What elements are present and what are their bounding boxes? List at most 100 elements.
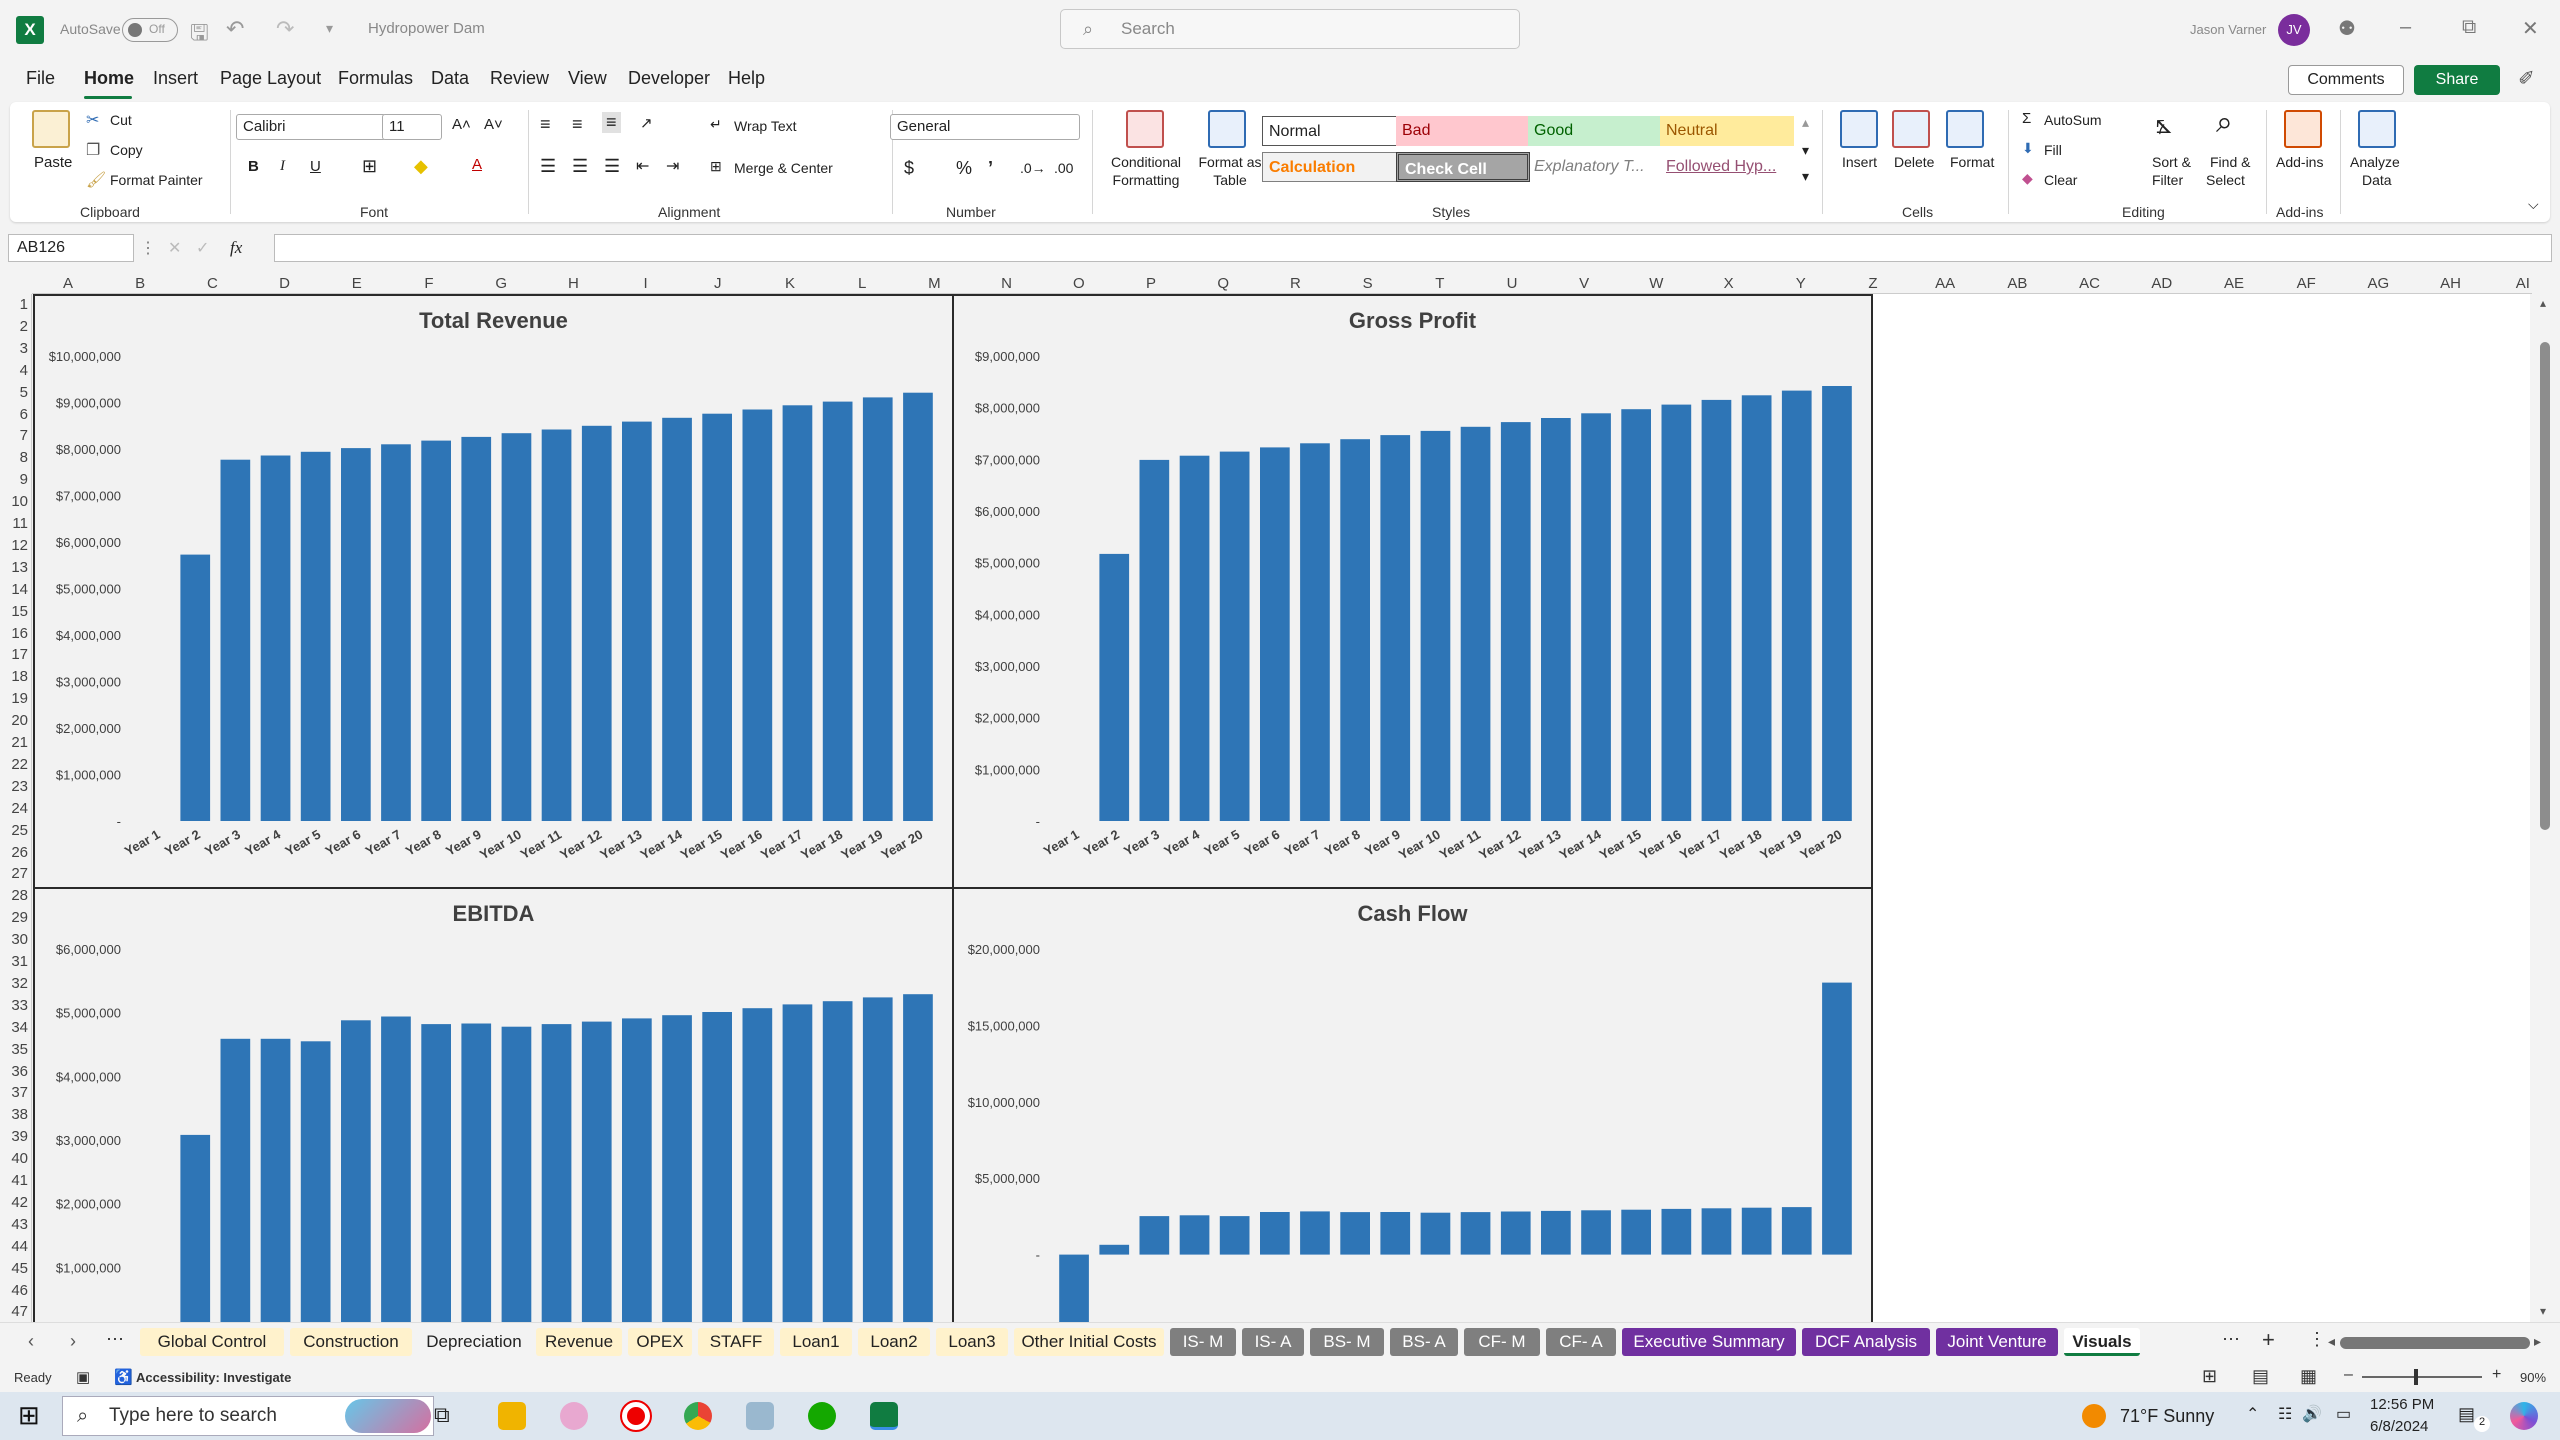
autosave-toggle[interactable]: Off <box>122 18 178 42</box>
row-header-10[interactable]: 10 <box>0 493 28 510</box>
row-header-15[interactable]: 15 <box>0 603 28 620</box>
align-left-icon[interactable]: ☰ <box>540 156 556 177</box>
analyze-data-label1[interactable]: Analyze <box>2350 154 2400 170</box>
row-header-27[interactable]: 27 <box>0 865 28 882</box>
excel-taskbar-icon[interactable] <box>870 1402 898 1430</box>
menu-page-layout[interactable]: Page Layout <box>220 68 321 89</box>
sheet-tab-visuals[interactable]: Visuals <box>2064 1328 2140 1356</box>
formula-input[interactable] <box>274 234 2552 262</box>
column-header-l[interactable]: L <box>826 275 898 292</box>
increase-decimal-icon[interactable]: .0→ <box>1020 160 1046 176</box>
column-header-p[interactable]: P <box>1115 275 1187 292</box>
row-header-21[interactable]: 21 <box>0 734 28 751</box>
column-header-k[interactable]: K <box>754 275 826 292</box>
copy-icon[interactable]: ❐ <box>86 140 100 160</box>
sheet-tab-loan3[interactable]: Loan3 <box>936 1328 1008 1356</box>
column-header-g[interactable]: G <box>465 275 537 292</box>
row-header-42[interactable]: 42 <box>0 1194 28 1211</box>
add-ins-icon[interactable] <box>2284 110 2322 148</box>
find-select-label1[interactable]: Find & <box>2210 154 2250 170</box>
file-explorer-icon[interactable] <box>498 1402 526 1430</box>
chart-total-revenue[interactable]: Total Revenue - $1,000,000 $2,000,000 $3,000… <box>33 294 954 889</box>
row-header-47[interactable]: 47 <box>0 1303 28 1320</box>
underline-button[interactable]: U <box>310 158 321 175</box>
hscroll-right-icon[interactable]: ▸ <box>2534 1333 2541 1350</box>
snipping-tool-icon[interactable] <box>560 1402 588 1430</box>
format-table-label2[interactable]: Table <box>1190 172 1270 188</box>
align-top-icon[interactable]: ≡ <box>540 114 551 135</box>
row-header-2[interactable]: 2 <box>0 318 28 335</box>
fill-color-icon[interactable]: ◆ <box>414 156 428 177</box>
column-header-i[interactable]: I <box>610 275 682 292</box>
row-header-11[interactable]: 11 <box>0 515 28 532</box>
row-header-8[interactable]: 8 <box>0 449 28 466</box>
vertical-scroll-thumb[interactable] <box>2540 342 2550 830</box>
row-header-9[interactable]: 9 <box>0 471 28 488</box>
format-table-label1[interactable]: Format as <box>1190 154 1270 170</box>
decrease-font-icon[interactable]: A˅ <box>484 116 503 133</box>
row-header-36[interactable]: 36 <box>0 1063 28 1080</box>
hscroll-left-icon[interactable]: ◂ <box>2328 1333 2335 1350</box>
sheet-tab-other-initial-costs[interactable]: Other Initial Costs <box>1014 1328 1164 1356</box>
scroll-down-icon[interactable]: ▾ <box>2540 1304 2546 1318</box>
sort-filter-label2[interactable]: Filter <box>2152 172 2183 188</box>
chrome-icon[interactable] <box>684 1402 712 1430</box>
conditional-formatting-label1[interactable]: Conditional <box>1096 154 1196 170</box>
macro-record-icon[interactable]: ▣ <box>76 1368 90 1386</box>
row-header-34[interactable]: 34 <box>0 1019 28 1036</box>
sheet-tab-executive-summary[interactable]: Executive Summary <box>1622 1328 1796 1356</box>
zoom-slider-thumb[interactable] <box>2414 1369 2418 1385</box>
row-header-35[interactable]: 35 <box>0 1041 28 1058</box>
column-header-af[interactable]: AF <box>2270 275 2342 292</box>
taskbar-search[interactable]: ⌕ Type here to search <box>62 1396 434 1436</box>
row-header-13[interactable]: 13 <box>0 559 28 576</box>
row-header-32[interactable]: 32 <box>0 975 28 992</box>
zoom-slider[interactable] <box>2362 1376 2482 1378</box>
menu-view[interactable]: View <box>568 68 607 89</box>
bold-button[interactable]: B <box>248 158 259 175</box>
row-header-5[interactable]: 5 <box>0 384 28 401</box>
currency-button[interactable]: $ <box>904 158 914 179</box>
zoom-in-icon[interactable]: + <box>2492 1366 2501 1384</box>
copilot-icon[interactable] <box>2510 1402 2538 1430</box>
clock-time[interactable]: 12:56 PM <box>2370 1396 2434 1413</box>
lightbulb-icon[interactable]: ⚉ <box>2338 16 2356 41</box>
restore-icon[interactable]: ⧉ <box>2462 16 2476 39</box>
column-header-a[interactable]: A <box>32 275 104 292</box>
column-header-aa[interactable]: AA <box>1909 275 1981 292</box>
close-icon[interactable]: ✕ <box>2522 16 2539 41</box>
menu-formulas[interactable]: Formulas <box>338 68 413 89</box>
page-break-view-icon[interactable]: ▦ <box>2300 1366 2317 1387</box>
copy-button[interactable]: Copy <box>110 142 143 158</box>
accessibility-status[interactable]: Accessibility: Investigate <box>136 1370 291 1385</box>
menu-file[interactable]: File <box>26 68 55 89</box>
weather-text[interactable]: 71°F Sunny <box>2120 1406 2214 1427</box>
sheet-tab-global-control[interactable]: Global Control <box>140 1328 284 1356</box>
styles-scroll-down-icon[interactable]: ▾ <box>1802 142 1809 159</box>
chart-cash-flow[interactable]: Cash Flow($5,000,000)-$5,000,000$10,000,… <box>952 887 1873 1327</box>
worksheet-grid[interactable]: Total Revenue - $1,000,000 $2,000,000 $3,000… <box>33 294 2530 1327</box>
row-header-40[interactable]: 40 <box>0 1150 28 1167</box>
collapse-ribbon-icon[interactable]: ⌵ <box>2528 196 2539 213</box>
row-header-37[interactable]: 37 <box>0 1084 28 1101</box>
style-followed-hyperlink[interactable]: Followed Hyp... <box>1660 152 1794 182</box>
row-header-31[interactable]: 31 <box>0 953 28 970</box>
sort-filter-icon[interactable]: ⦩ <box>2156 108 2172 141</box>
align-middle-icon[interactable]: ≡ <box>572 114 583 135</box>
cancel-entry-icon[interactable]: ✕ <box>168 238 181 258</box>
scroll-up-icon[interactable]: ▴ <box>2540 296 2546 310</box>
new-sheet-icon[interactable]: + <box>2262 1327 2275 1353</box>
delete-cells-icon[interactable] <box>1892 110 1930 148</box>
column-header-m[interactable]: M <box>898 275 970 292</box>
task-view-icon[interactable]: ⧉ <box>434 1402 450 1428</box>
delete-cells-button[interactable]: Delete <box>1894 154 1934 170</box>
sheet-tab-bs-m[interactable]: BS- M <box>1310 1328 1384 1356</box>
decrease-indent-icon[interactable]: ⇤ <box>636 156 649 176</box>
sheet-tab-is-a[interactable]: IS- A <box>1242 1328 1304 1356</box>
row-header-26[interactable]: 26 <box>0 844 28 861</box>
row-header-1[interactable]: 1 <box>0 296 28 313</box>
column-header-u[interactable]: U <box>1476 275 1548 292</box>
wrap-text-button[interactable]: Wrap Text <box>734 118 797 134</box>
row-header-38[interactable]: 38 <box>0 1106 28 1123</box>
row-header-33[interactable]: 33 <box>0 997 28 1014</box>
